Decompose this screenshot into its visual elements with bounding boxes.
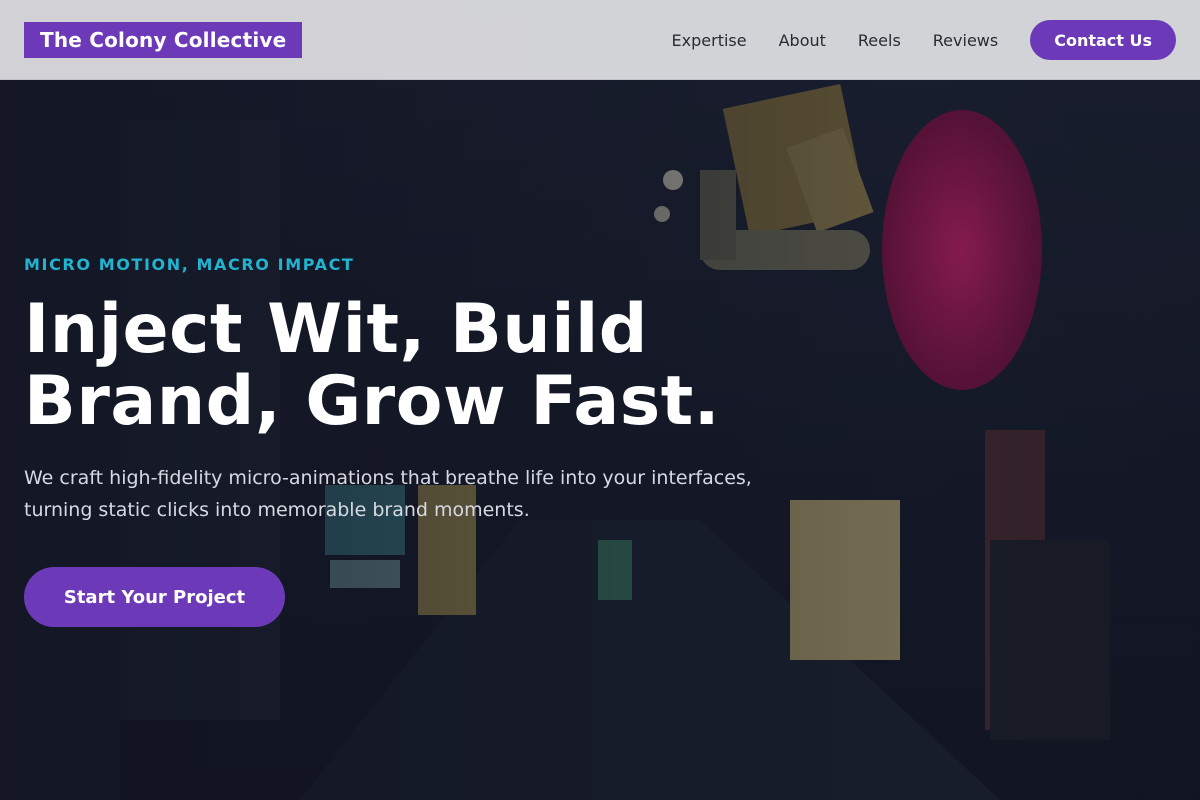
hero-subheading: We craft high-fidelity micro-animations …	[24, 462, 844, 526]
start-project-button[interactable]: Start Your Project	[24, 567, 285, 627]
nav-link-reels[interactable]: Reels	[858, 31, 901, 50]
hero-subheading-line-2: turning static clicks into memorable bra…	[24, 499, 530, 521]
hero-headline-line-1: Inject Wit, Build	[24, 290, 648, 369]
nav-link-reviews[interactable]: Reviews	[933, 31, 998, 50]
nav-link-expertise[interactable]: Expertise	[672, 31, 747, 50]
hero-eyebrow: MICRO MOTION, MACRO IMPACT	[24, 255, 355, 274]
hero-subheading-line-1: We craft high-fidelity micro-animations …	[24, 467, 752, 489]
hero-headline-line-2: Brand, Grow Fast.	[24, 362, 721, 441]
contact-us-button[interactable]: Contact Us	[1030, 20, 1176, 60]
hero-section: MICRO MOTION, MACRO IMPACT Inject Wit, B…	[24, 252, 844, 526]
brand-logo[interactable]: The Colony Collective	[24, 22, 303, 58]
site-header: The Colony Collective Expertise About Re…	[0, 0, 1200, 80]
nav-link-about[interactable]: About	[779, 31, 826, 50]
main-nav: Expertise About Reels Reviews Contact Us	[672, 20, 1176, 60]
hero-headline: Inject Wit, Build Brand, Grow Fast.	[24, 294, 844, 438]
